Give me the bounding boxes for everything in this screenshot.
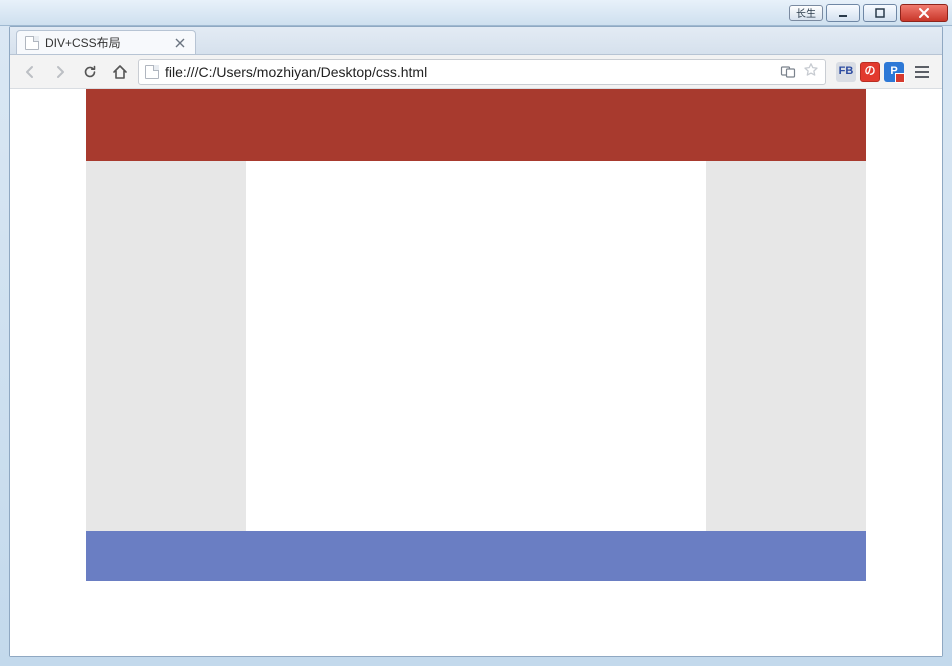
page-icon [25,36,39,50]
extension-p-icon[interactable]: P [884,62,904,82]
home-button[interactable] [108,60,132,84]
tab-close-button[interactable] [173,36,187,50]
extension-youdao-label: の [865,66,876,77]
page-viewport[interactable] [10,89,942,656]
layout-footer [86,531,866,581]
extension-fb-icon[interactable]: FB [836,62,856,82]
extension-youdao-icon[interactable]: の [860,62,880,82]
extension-p-label: P [890,66,897,77]
menu-bar-icon [915,66,929,68]
titlebar-pill-label: 长生 [796,5,816,20]
page-layout [86,89,866,581]
close-button[interactable] [900,4,948,22]
tab-title: DIV+CSS布局 [45,34,121,51]
window-titlebar: 长生 [0,0,952,26]
toolbar: file:///C:/Users/mozhiyan/Desktop/css.ht… [10,55,942,89]
tab-strip: DIV+CSS布局 [10,27,942,55]
url-text: file:///C:/Users/mozhiyan/Desktop/css.ht… [165,64,773,80]
address-bar[interactable]: file:///C:/Users/mozhiyan/Desktop/css.ht… [138,59,826,85]
menu-bar-icon [915,71,929,73]
browser-window: DIV+CSS布局 file:///C:/Users/mozhiyan/ [9,26,943,657]
layout-columns [86,161,866,531]
menu-bar-icon [915,76,929,78]
layout-header [86,89,866,161]
reload-button[interactable] [78,60,102,84]
layout-right-sidebar [706,161,866,531]
bookmark-star-icon[interactable] [803,62,819,81]
forward-button[interactable] [48,60,72,84]
layout-main [246,161,706,531]
layout-left-sidebar [86,161,246,531]
window-buttons: 长生 [789,4,948,22]
extension-icons: FB の P [836,62,904,82]
page-icon [145,65,159,79]
maximize-button[interactable] [863,4,897,22]
tab-active[interactable]: DIV+CSS布局 [16,30,196,54]
titlebar-pill[interactable]: 长生 [789,5,823,21]
translate-icon[interactable] [779,63,797,81]
menu-button[interactable] [910,60,934,84]
back-button[interactable] [18,60,42,84]
window-frame: 长生 DIV+CSS布局 [0,0,952,666]
extension-fb-label: FB [839,66,854,77]
minimize-button[interactable] [826,4,860,22]
